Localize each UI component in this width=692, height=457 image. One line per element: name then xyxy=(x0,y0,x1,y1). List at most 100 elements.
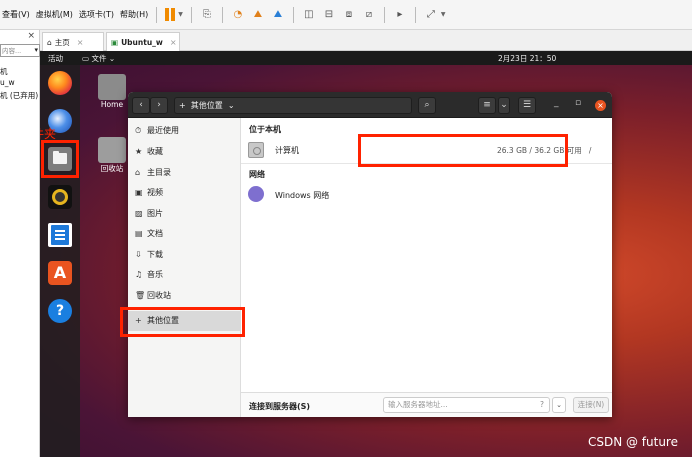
files-app-menu[interactable]: ▭ 文件 ⌄ xyxy=(82,53,115,64)
toolbar-separator xyxy=(190,6,192,23)
firefox-icon[interactable] xyxy=(48,71,72,95)
desktop-home[interactable]: Home xyxy=(97,74,127,109)
vmware-tab-bar: ⌂ 主页 × ▣ Ubuntu_w × xyxy=(40,30,692,51)
connect-to-server-label: 连接到服务器(S) xyxy=(249,402,311,411)
view-options-button[interactable]: ⌄ xyxy=(498,97,510,114)
library-item[interactable]: 机 xyxy=(0,66,8,77)
list-view-button[interactable]: ≡ xyxy=(478,97,496,114)
video-icon: ▣ xyxy=(135,188,143,197)
send-ctrl-alt-del-icon[interactable]: ⎘ xyxy=(200,8,214,22)
maximize-icon[interactable]: ▫ xyxy=(575,98,581,108)
close-icon[interactable]: × xyxy=(77,38,84,47)
library-close-icon[interactable]: × xyxy=(27,31,35,41)
annotation-box-other-locations xyxy=(120,307,245,337)
tab-home[interactable]: ⌂ 主页 × xyxy=(42,32,104,51)
sidebar-item-label: 音乐 xyxy=(147,270,163,279)
connect-button[interactable]: 连接(N) xyxy=(573,397,609,413)
minimize-icon[interactable]: _ xyxy=(554,98,559,108)
stretch-dropdown-icon[interactable]: ▼ xyxy=(441,11,446,18)
clock[interactable]: 2月23日 21：50 xyxy=(498,53,556,64)
pause-icon[interactable] xyxy=(165,8,176,21)
recent-servers-dropdown[interactable]: ⌄ xyxy=(552,397,566,413)
tab-ubuntu[interactable]: ▣ Ubuntu_w × xyxy=(106,32,180,51)
sidebar-item-label: 下载 xyxy=(147,250,163,259)
sidebar-item-downloads[interactable]: ⇩ 下载 xyxy=(128,245,241,265)
toolbar-separator xyxy=(292,6,294,23)
ubuntu-desktop[interactable]: 活动 ▭ 文件 ⌄ 2月23日 21：50 A ? Home 回收站 ‹ › +… xyxy=(40,51,692,457)
annotation-box-computer xyxy=(358,134,568,167)
sidebar-item-label: 回收站 xyxy=(147,291,171,300)
forward-button[interactable]: › xyxy=(150,97,168,114)
sidebar-item-trash[interactable]: 🗑 回收站 xyxy=(128,286,241,306)
clock-icon: ⏱ xyxy=(135,126,142,135)
desktop-label: 回收站 xyxy=(100,164,124,173)
watermark: CSDN @ future xyxy=(587,435,678,449)
menu-view[interactable]: 查看(V) xyxy=(2,9,30,20)
toolbar-separator xyxy=(156,6,158,23)
chevron-down-icon: ⌄ xyxy=(225,101,235,110)
location-label: 计算机 xyxy=(275,146,299,155)
home-icon: ⌂ xyxy=(135,168,141,177)
snapshot-manager-icon[interactable]: ⛰ xyxy=(271,8,285,22)
home-icon: ⌂ xyxy=(47,37,52,47)
location-row-windows-network[interactable]: Windows 网络 xyxy=(241,181,612,209)
network-icon xyxy=(248,186,264,202)
home-folder-icon xyxy=(98,74,126,100)
library-search-input[interactable]: 内容... ▾ xyxy=(0,44,40,57)
activities-button[interactable]: 活动 xyxy=(48,53,63,64)
desktop-label: Home xyxy=(100,100,124,109)
server-address-input[interactable]: 输入服务器地址... ? xyxy=(383,397,550,413)
sidebar-item-videos[interactable]: ▣ 视频 xyxy=(128,183,241,203)
sidebar-item-recent[interactable]: ⏱ 最近使用 xyxy=(128,121,241,141)
back-button[interactable]: ‹ xyxy=(132,97,150,114)
menu-vm[interactable]: 虚拟机(M) xyxy=(36,9,73,20)
folder-icon: ▭ xyxy=(82,54,90,63)
sidebar-item-label: 收藏 xyxy=(147,147,163,156)
close-icon[interactable]: × xyxy=(170,38,177,47)
vmware-menubar: 查看(V) 虚拟机(M) 选项卡(T) 帮助(H) ▼ ⎘ ◔ ⛰ ⛰ ◫ ⊟ … xyxy=(0,0,692,30)
help-icon[interactable]: ? xyxy=(48,299,72,323)
thumbnail-bar-icon[interactable]: ⊟ xyxy=(322,8,336,22)
menu-button[interactable]: ☰ xyxy=(518,97,536,114)
connect-to-server-bar: 连接到服务器(S) 输入服务器地址... ? ⌄ 连接(N) xyxy=(241,392,612,417)
vm-icon: ▣ xyxy=(111,37,119,47)
libreoffice-writer-icon[interactable] xyxy=(48,223,72,247)
snapshot-icon[interactable]: ◔ xyxy=(231,8,245,22)
sidebar-item-home[interactable]: ⌂ 主目录 xyxy=(128,163,241,183)
chevron-down-icon[interactable]: ▾ xyxy=(34,46,38,54)
sidebar-item-music[interactable]: ♫ 音乐 xyxy=(128,265,241,285)
library-item[interactable]: u_w xyxy=(0,78,15,87)
library-search-placeholder: 内容... xyxy=(2,47,22,55)
library-item[interactable]: 机 (已弃用) xyxy=(0,90,38,101)
music-icon: ♫ xyxy=(135,270,143,279)
star-icon: ★ xyxy=(135,147,143,156)
close-icon[interactable]: × xyxy=(595,100,606,111)
pause-dropdown-icon[interactable]: ▼ xyxy=(178,11,183,18)
desktop-trash[interactable]: 回收站 xyxy=(97,137,127,174)
console-icon[interactable]: ▸ xyxy=(393,8,407,22)
trash-icon xyxy=(98,137,126,163)
stretch-icon[interactable]: ⤢ xyxy=(424,8,438,22)
menu-tabs[interactable]: 选项卡(T) xyxy=(79,9,114,20)
sidebar-item-starred[interactable]: ★ 收藏 xyxy=(128,142,241,162)
sidebar-item-documents[interactable]: ▤ 文档 xyxy=(128,224,241,244)
help-icon[interactable]: ? xyxy=(540,398,544,412)
section-header-local: 位于本机 xyxy=(249,125,281,134)
location-label: 其他位置 xyxy=(190,101,223,110)
ubuntu-software-icon[interactable]: A xyxy=(48,261,72,285)
location-bar[interactable]: + 其他位置 ⌄ xyxy=(174,97,412,114)
revert-snapshot-icon[interactable]: ⛰ xyxy=(251,8,265,22)
unity-icon[interactable]: ⧄ xyxy=(362,8,376,22)
show-library-icon[interactable]: ◫ xyxy=(302,8,316,22)
sidebar-item-label: 视频 xyxy=(147,188,163,197)
menu-help[interactable]: 帮助(H) xyxy=(120,9,148,20)
full-screen-icon[interactable]: ⧈ xyxy=(342,8,356,22)
location-label: Windows 网络 xyxy=(275,191,330,200)
chevron-down-icon: ⌄ xyxy=(108,54,116,63)
rhythmbox-icon[interactable] xyxy=(48,185,72,209)
sidebar-item-pictures[interactable]: ▨ 图片 xyxy=(128,204,241,224)
section-header-network: 网络 xyxy=(249,170,265,179)
toolbar-separator xyxy=(221,6,223,23)
search-button[interactable]: ⌕ xyxy=(418,97,436,114)
toolbar-separator xyxy=(414,6,416,23)
